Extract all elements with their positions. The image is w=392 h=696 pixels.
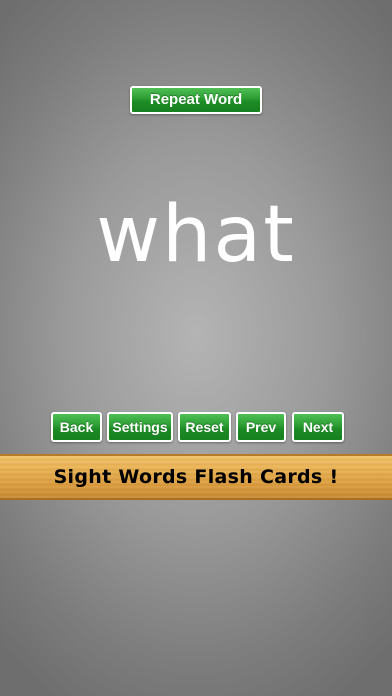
- flash-card-word: what: [96, 190, 296, 280]
- back-button[interactable]: Back: [51, 412, 102, 442]
- settings-button[interactable]: Settings: [107, 412, 173, 442]
- banner-title: Sight Words Flash Cards !: [53, 466, 339, 488]
- repeat-word-button[interactable]: Repeat Word: [130, 86, 262, 114]
- next-button[interactable]: Next: [292, 412, 344, 442]
- title-banner: Sight Words Flash Cards !: [0, 454, 392, 500]
- prev-button[interactable]: Prev: [236, 412, 286, 442]
- reset-button[interactable]: Reset: [178, 412, 231, 442]
